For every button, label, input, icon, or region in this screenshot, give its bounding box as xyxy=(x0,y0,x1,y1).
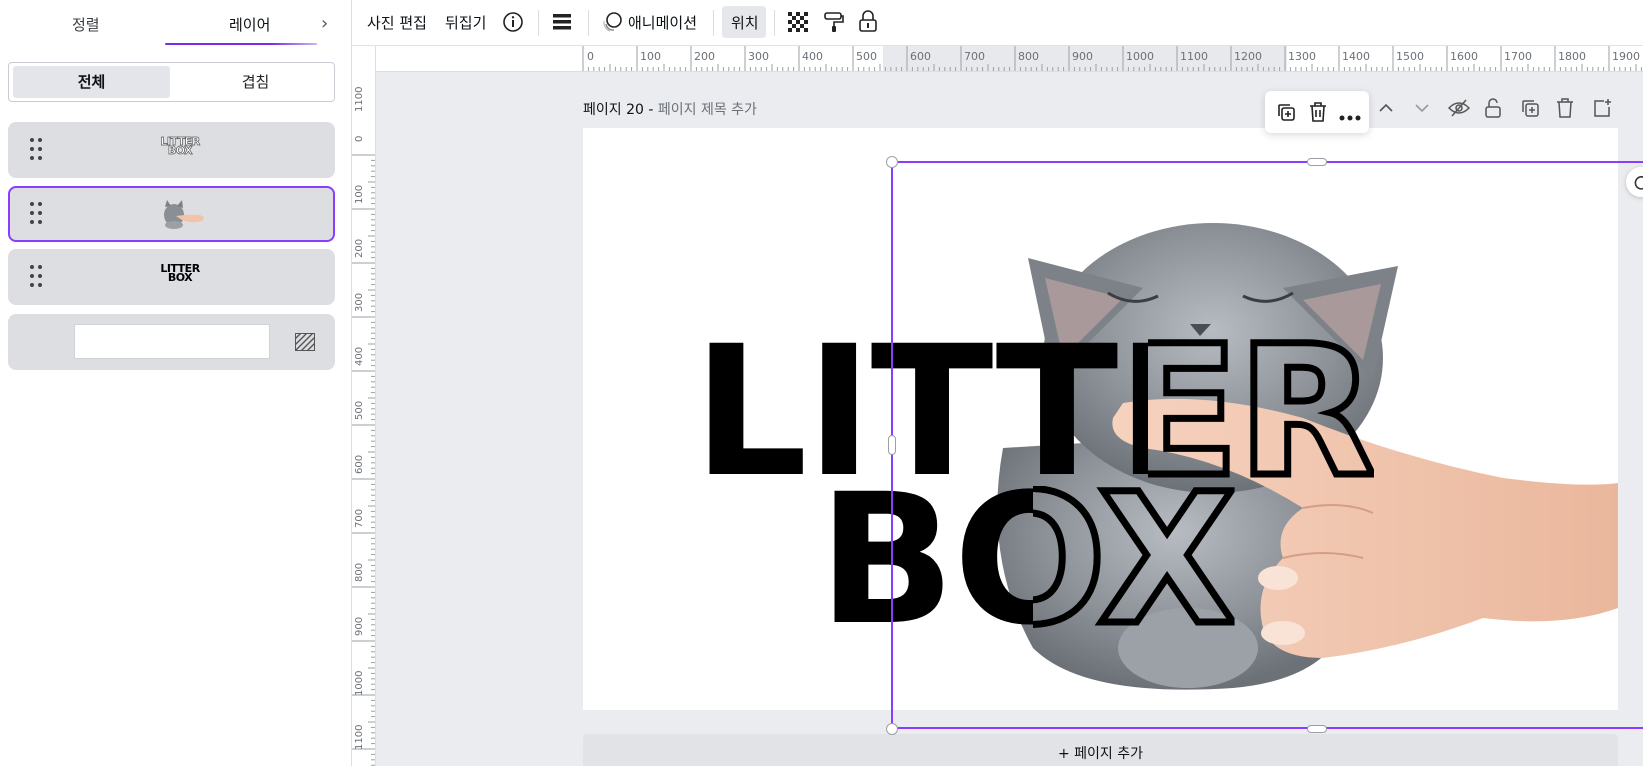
ruler-label: 500 xyxy=(354,400,365,420)
ruler-label: 200 xyxy=(694,50,715,63)
animation-icon[interactable] xyxy=(601,11,623,37)
ruler-label: 1000 xyxy=(354,670,365,696)
photo-edit-button[interactable]: 사진 편집 xyxy=(367,12,427,33)
drag-handle-icon[interactable] xyxy=(30,138,42,162)
layer-item-image[interactable] xyxy=(8,186,335,242)
ruler-label: 1400 xyxy=(1342,50,1370,63)
chevron-right-icon[interactable]: › xyxy=(321,14,328,34)
more-options-icon[interactable] xyxy=(1339,109,1361,125)
toolbar-divider xyxy=(713,10,714,36)
page-number: 페이지 20 - xyxy=(583,102,654,118)
ruler-label: 100 xyxy=(640,50,661,63)
resize-handle-top[interactable] xyxy=(1307,158,1327,166)
ruler-label: 1900 xyxy=(1612,50,1640,63)
position-button[interactable]: 위치 xyxy=(731,12,759,33)
ruler-label: 900 xyxy=(354,616,365,636)
page-actions xyxy=(1372,98,1622,124)
ruler-label: 800 xyxy=(354,562,365,582)
top-toolbar: 사진 편집 뒤집기 애니메이션 위치 xyxy=(352,0,1643,46)
chevron-up-icon[interactable] xyxy=(1376,98,1402,124)
active-tab-indicator xyxy=(165,43,317,45)
duplicate-page-icon[interactable] xyxy=(1520,98,1546,124)
horizontal-ruler: 0 100 200 300 400 500 600 700 800 900 10… xyxy=(376,46,1643,72)
ruler-label: 200 xyxy=(354,238,365,258)
segment-overlap[interactable]: 겹침 xyxy=(177,66,334,98)
ruler-label: 300 xyxy=(354,292,365,312)
layer-thumbnail: LITTER BOX xyxy=(160,262,200,284)
paint-roller-icon[interactable] xyxy=(823,11,845,37)
background-color-swatch xyxy=(74,324,270,359)
design-page[interactable]: LITTER BOX LITTERBOX xyxy=(583,128,1618,710)
transparency-hatch-icon[interactable] xyxy=(294,332,316,352)
toolbar-divider xyxy=(588,10,589,36)
chevron-down-icon[interactable] xyxy=(1412,98,1438,124)
ruler-label: 900 xyxy=(1072,50,1093,63)
ruler-label: 600 xyxy=(910,50,931,63)
duplicate-icon[interactable] xyxy=(1276,102,1296,126)
ruler-label: 1100 xyxy=(354,86,365,112)
ruler-label: 1700 xyxy=(1504,50,1532,63)
resize-handle-bottom-left[interactable] xyxy=(886,723,898,735)
panel-tabs: 정렬 레이어 › xyxy=(0,0,352,48)
segment-all[interactable]: 전체 xyxy=(13,66,170,98)
drag-handle-icon[interactable] xyxy=(30,265,42,289)
add-page-button[interactable]: + 페이지 추가 xyxy=(583,734,1618,766)
toolbar-divider xyxy=(538,10,539,36)
layer-item-solid-text[interactable]: LITTER BOX xyxy=(8,249,335,305)
ruler-label: 0 xyxy=(354,135,365,142)
layers-panel: 정렬 레이어 › 전체 겹침 LITTER BOX LITTER BOX xyxy=(0,0,352,766)
layer-item-background[interactable] xyxy=(8,314,335,370)
layer-item-outlined-text[interactable]: LITTER BOX xyxy=(8,122,335,178)
toolbar-divider xyxy=(774,10,775,36)
ruler-label: 0 xyxy=(587,50,594,63)
resize-handle-left[interactable] xyxy=(888,435,896,455)
ruler-label: 700 xyxy=(964,50,985,63)
ruler-label: 1100 xyxy=(1180,50,1208,63)
add-page-icon[interactable] xyxy=(1592,98,1618,124)
lock-page-icon[interactable] xyxy=(1484,98,1510,124)
ruler-label: 1100 xyxy=(354,724,365,750)
ruler-label: 1200 xyxy=(1234,50,1262,63)
ruler-label: 1500 xyxy=(1396,50,1424,63)
flip-button[interactable]: 뒤집기 xyxy=(445,12,486,33)
ruler-label: 600 xyxy=(354,454,365,474)
resize-handle-top-left[interactable] xyxy=(886,156,898,168)
ruler-label: 1600 xyxy=(1450,50,1478,63)
ruler-label: 1800 xyxy=(1558,50,1586,63)
delete-page-icon[interactable] xyxy=(1556,98,1582,124)
ruler-label: 100 xyxy=(354,184,365,204)
layer-thumbnail: LITTER BOX xyxy=(160,135,201,157)
ruler-label: 1000 xyxy=(1126,50,1154,63)
hide-page-icon[interactable] xyxy=(1447,98,1474,124)
trash-icon[interactable] xyxy=(1308,101,1328,127)
ruler-label: 300 xyxy=(748,50,769,63)
tab-layers[interactable]: 레이어 xyxy=(229,14,270,35)
page-title[interactable]: 페이지 20 - 페이지 제목 추가 xyxy=(583,99,757,119)
tab-arrange[interactable]: 정렬 xyxy=(72,14,100,35)
resize-handle-bottom[interactable] xyxy=(1307,725,1327,733)
ruler-label: 500 xyxy=(856,50,877,63)
ruler-label: 700 xyxy=(354,508,365,528)
ruler-label: 1300 xyxy=(1288,50,1316,63)
lock-icon[interactable] xyxy=(858,10,878,36)
info-icon[interactable] xyxy=(502,11,524,37)
ruler-label: 800 xyxy=(1018,50,1039,63)
ruler-label: 400 xyxy=(802,50,823,63)
cat-photo-thumbnail xyxy=(152,198,212,230)
page-title-input[interactable]: 페이지 제목 추가 xyxy=(658,102,757,118)
animation-button[interactable]: 애니메이션 xyxy=(628,12,697,33)
rotate-handle[interactable] xyxy=(1626,167,1643,197)
vertical-ruler: 1100 0 100 200 300 400 500 600 700 800 9… xyxy=(352,46,376,766)
layer-filter-toggle: 전체 겹침 xyxy=(8,62,335,102)
border-style-icon[interactable] xyxy=(552,13,572,35)
transparency-icon[interactable] xyxy=(788,12,808,36)
ruler-label: 400 xyxy=(354,346,365,366)
drag-handle-icon[interactable] xyxy=(30,202,42,226)
element-quick-actions xyxy=(1265,91,1369,133)
